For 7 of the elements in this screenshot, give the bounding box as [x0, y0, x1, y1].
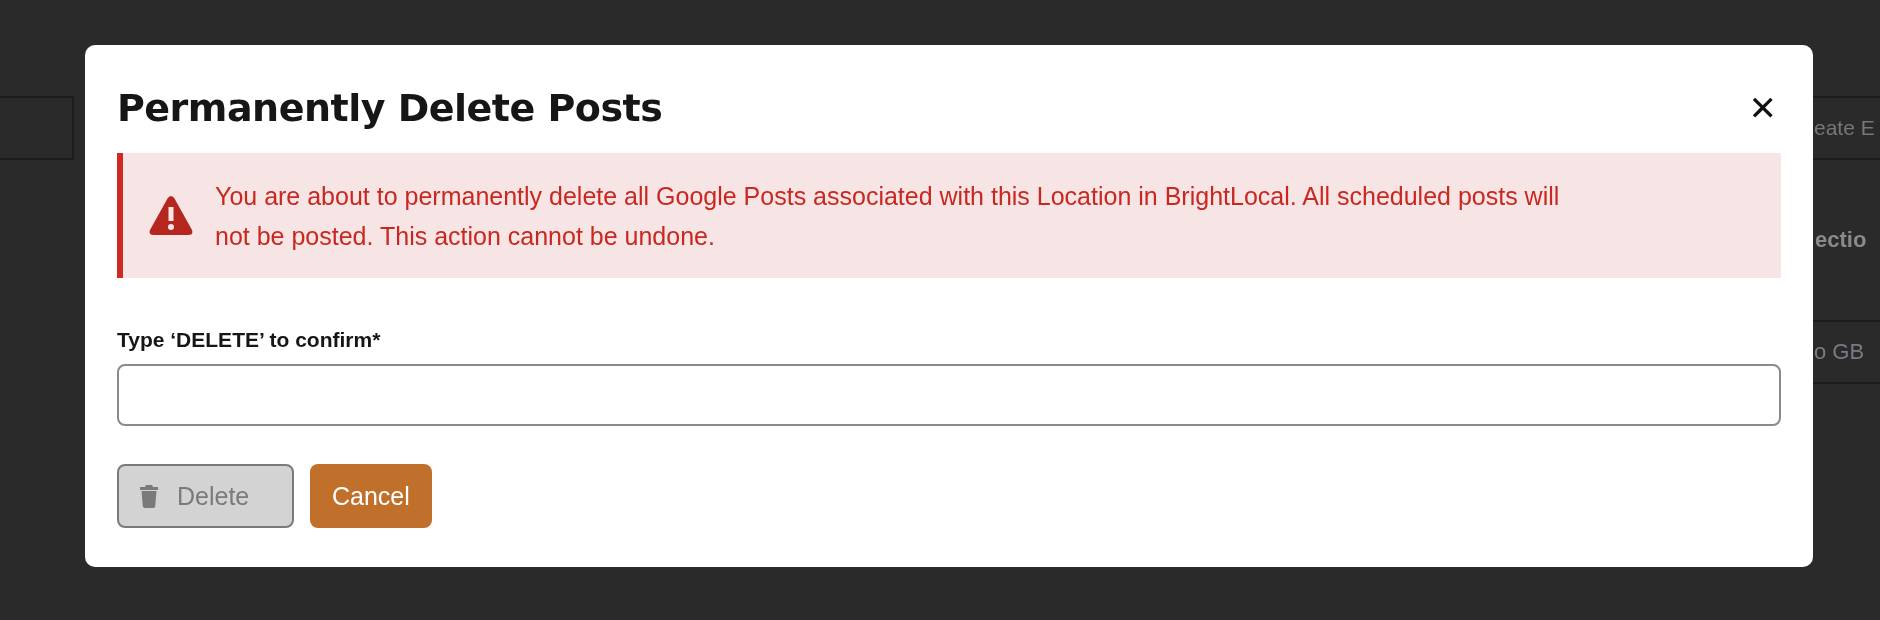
- background-heading: ectio: [1815, 227, 1868, 253]
- cancel-button[interactable]: Cancel: [310, 464, 432, 528]
- warning-message: You are about to permanently delete all Google Posts associated with this Location in BrightLocal. All scheduled posts will not be posted. This action cannot be undone.: [215, 180, 1561, 252]
- field-label: Type ‘DELETE’ to confirm*: [117, 328, 382, 352]
- trash-icon: [139, 484, 159, 508]
- dialog-title: Permanently Delete Posts: [117, 86, 663, 130]
- confirm-input-field[interactable]: [117, 364, 1781, 426]
